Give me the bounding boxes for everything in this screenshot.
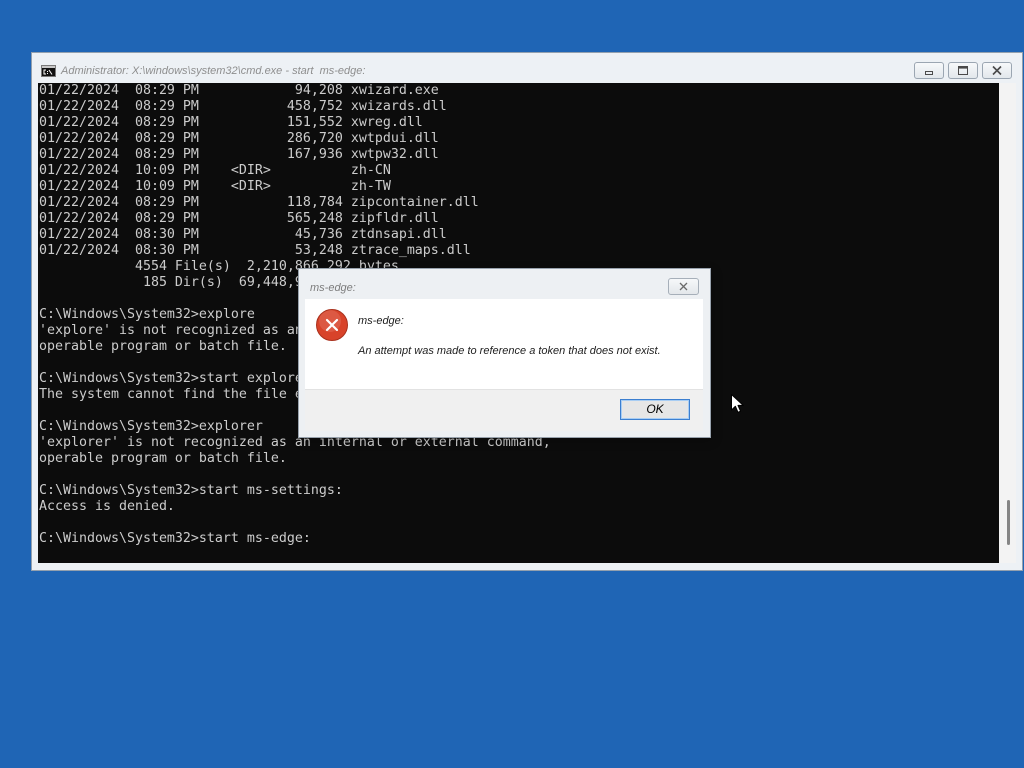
console-line: 01/22/2024 08:30 PM 45,736 ztdnsapi.dll bbox=[39, 227, 447, 242]
scrollbar-thumb[interactable] bbox=[1007, 500, 1010, 545]
dialog-footer: OK bbox=[305, 389, 703, 431]
console-line: C:\Windows\System32>start ms-settings: bbox=[39, 483, 343, 498]
console-line: 01/22/2024 08:29 PM 167,936 xwtpw32.dll bbox=[39, 147, 439, 162]
dialog-message: An attempt was made to reference a token… bbox=[358, 345, 661, 357]
error-icon bbox=[316, 309, 348, 341]
ok-button[interactable]: OK bbox=[620, 399, 690, 420]
console-line: 01/22/2024 08:29 PM 151,552 xwreg.dll bbox=[39, 115, 423, 130]
dialog-close-button[interactable] bbox=[668, 278, 699, 295]
close-button[interactable] bbox=[982, 62, 1012, 79]
minimize-button[interactable] bbox=[914, 62, 944, 79]
window-title: Administrator: X:\windows\system32\cmd.e… bbox=[61, 65, 366, 77]
console-line: 01/22/2024 10:09 PM <DIR> zh-TW bbox=[39, 179, 391, 194]
console-line: operable program or batch file. bbox=[39, 451, 287, 466]
dialog-title: ms-edge: bbox=[310, 282, 356, 294]
console-line: 01/22/2024 08:29 PM 286,720 xwtpdui.dll bbox=[39, 131, 439, 146]
dialog-title-bar[interactable]: ms-edge: bbox=[299, 269, 710, 299]
console-prompt-line: C:\Windows\System32>start ms-edge: bbox=[39, 531, 311, 546]
dialog-body: ms-edge: An attempt was made to referenc… bbox=[305, 299, 703, 389]
cmd-icon bbox=[41, 65, 56, 77]
vertical-scrollbar[interactable] bbox=[999, 83, 1016, 563]
console-line: 01/22/2024 10:09 PM <DIR> zh-CN bbox=[39, 163, 391, 178]
console-line: 'explorer' is not recognized as an inter… bbox=[39, 435, 551, 450]
console-line: 01/22/2024 08:30 PM 53,248 ztrace_maps.d… bbox=[39, 243, 471, 258]
dialog-heading: ms-edge: bbox=[358, 315, 404, 327]
console-title-bar[interactable]: Administrator: X:\windows\system32\cmd.e… bbox=[32, 53, 1022, 83]
console-line: 01/22/2024 08:29 PM 565,248 zipfldr.dll bbox=[39, 211, 439, 226]
console-line: 01/22/2024 08:29 PM 118,784 zipcontainer… bbox=[39, 195, 479, 210]
console-line: 01/22/2024 08:29 PM 94,208 xwizard.exe bbox=[39, 83, 439, 98]
arrow-cursor-icon bbox=[731, 394, 744, 414]
console-line: Access is denied. bbox=[39, 499, 175, 514]
error-dialog: ms-edge: ms-edge: An attempt was made to… bbox=[299, 269, 710, 437]
maximize-button[interactable] bbox=[948, 62, 978, 79]
console-line: 01/22/2024 08:29 PM 458,752 xwizards.dll bbox=[39, 99, 447, 114]
